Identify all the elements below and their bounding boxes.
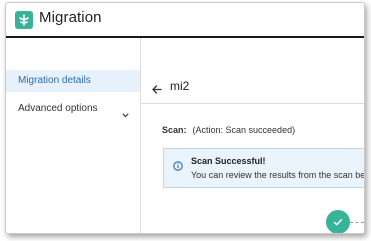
- scan-value: (Action: Scan succeeded): [192, 125, 296, 135]
- scan-label: Scan:: [162, 125, 187, 135]
- app-window: Migration Migration details Advanced opt…: [5, 2, 365, 234]
- app-logo-icon: [15, 11, 33, 29]
- alert-body: You can review the results from the scan…: [191, 170, 365, 180]
- sidebar-item-label: Migration details: [18, 75, 91, 86]
- back-arrow-icon[interactable]: [152, 81, 162, 99]
- app-title: Migration: [39, 9, 102, 26]
- sidebar-item-migration-details[interactable]: Migration details: [6, 70, 140, 92]
- alert-title: Scan Successful!: [191, 156, 266, 166]
- page-header: mi2: [141, 70, 364, 104]
- main-content: mi2 Scan: (Action: Scan succeeded) Scan S…: [141, 38, 365, 233]
- sidebar-item-label: Advanced options: [18, 103, 98, 114]
- sidebar: Migration details Advanced options: [6, 38, 140, 233]
- page-title: mi2: [170, 79, 190, 93]
- scan-status: Scan: (Action: Scan succeeded): [162, 125, 295, 135]
- info-icon: [173, 158, 183, 176]
- app-header: Migration: [6, 3, 364, 38]
- sidebar-item-advanced-options[interactable]: Advanced options: [6, 98, 140, 120]
- checkmark-icon: [333, 218, 343, 226]
- chevron-down-icon: [122, 105, 129, 127]
- step-connector: [350, 222, 364, 223]
- step-complete-indicator: [326, 210, 350, 233]
- scan-success-alert: Scan Successful! You can review the resu…: [163, 148, 365, 188]
